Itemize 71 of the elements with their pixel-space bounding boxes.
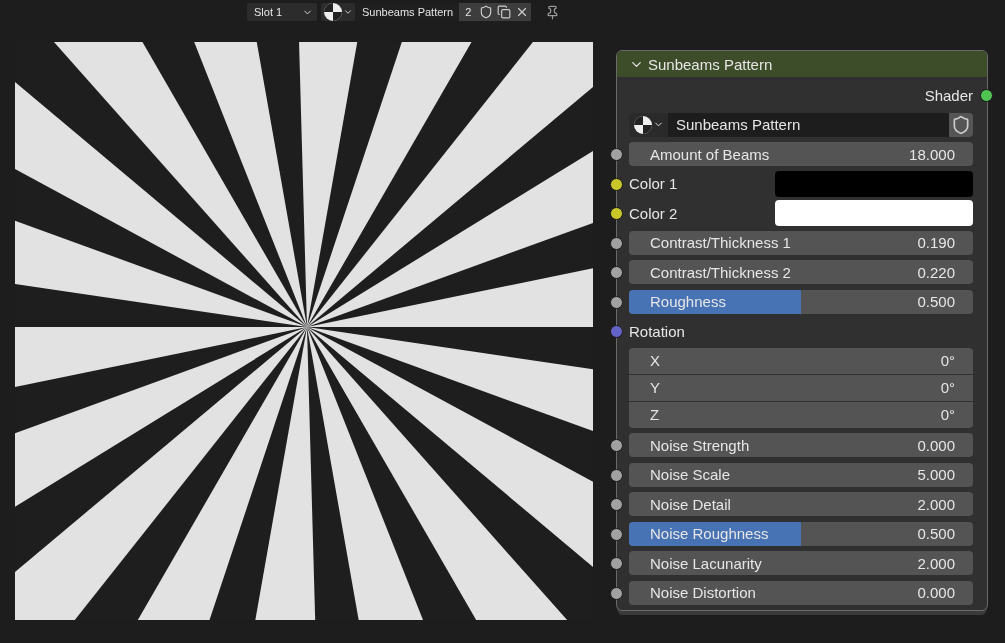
sphere-icon — [633, 114, 653, 135]
field-value: 0.220 — [917, 263, 955, 281]
group-name-field[interactable]: Sunbeams Pattern — [668, 112, 949, 137]
number-field[interactable]: Noise Scale 5.000 — [629, 462, 973, 487]
field-value: 0.500 — [917, 293, 955, 310]
group-type-button[interactable] — [629, 112, 668, 137]
slot-dropdown[interactable]: Slot 1 — [247, 3, 317, 21]
output-label: Shader — [924, 86, 973, 104]
field-value: 0.500 — [917, 525, 955, 542]
field-label: Roughness — [650, 293, 726, 310]
field-value: 2.000 — [917, 554, 955, 572]
number-field[interactable]: Noise Lacunarity 2.000 — [629, 551, 973, 575]
field-value: 0.000 — [917, 436, 955, 454]
field-label: Noise Roughness — [650, 525, 769, 542]
field-label: Noise Lacunarity — [650, 554, 762, 572]
vector-field[interactable]: Z 0° — [629, 401, 973, 428]
input-socket[interactable] — [610, 177, 623, 191]
number-field[interactable]: Noise Detail 2.000 — [629, 492, 973, 516]
field-value: 0.000 — [917, 584, 955, 601]
close-button[interactable] — [513, 3, 532, 21]
number-field[interactable]: Amount of Beams 18.000 — [629, 142, 973, 166]
input-socket[interactable] — [610, 207, 623, 220]
number-field[interactable]: Contrast/Thickness 2 0.220 — [629, 260, 973, 284]
field-label: Noise Strength — [650, 436, 750, 454]
input-label: Rotation — [629, 322, 685, 340]
material-type-button[interactable] — [321, 3, 355, 21]
field-label: Contrast/Thickness 1 — [650, 234, 791, 251]
field-value: 5.000 — [917, 466, 955, 483]
node-header[interactable]: Sunbeams Pattern — [617, 51, 987, 77]
output-socket[interactable] — [980, 89, 993, 102]
slider-field[interactable]: Roughness 0.500 — [629, 289, 973, 314]
node-title: Sunbeams Pattern — [648, 55, 773, 73]
field-value: 2.000 — [917, 495, 955, 513]
vector-field[interactable]: X 0° — [629, 347, 973, 374]
input-socket[interactable] — [610, 266, 623, 279]
input-socket[interactable] — [610, 527, 623, 541]
number-field[interactable]: Noise Distortion 0.000 — [629, 580, 973, 605]
field-value: 0.190 — [917, 234, 955, 251]
input-socket[interactable] — [610, 468, 623, 482]
input-socket[interactable] — [610, 325, 623, 338]
input-socket[interactable] — [610, 295, 623, 309]
field-label: Noise Distortion — [650, 584, 756, 601]
input-socket[interactable] — [610, 439, 623, 452]
caret-icon — [343, 7, 353, 17]
vector-field[interactable]: Y 0° — [629, 374, 973, 401]
copy-icon — [497, 5, 512, 19]
fake-user-button[interactable] — [949, 112, 973, 137]
field-label: Amount of Beams — [650, 145, 770, 163]
field-value: 18.000 — [909, 145, 955, 163]
fake-user-button[interactable] — [477, 3, 496, 21]
duplicate-button[interactable] — [495, 3, 514, 21]
number-field[interactable]: Noise Strength 0.000 — [629, 433, 973, 457]
input-label: Color 2 — [629, 204, 678, 222]
slider-field[interactable]: Noise Roughness 0.500 — [629, 521, 973, 546]
input-socket[interactable] — [610, 236, 623, 250]
pin-icon[interactable] — [545, 4, 561, 20]
input-label: Color 1 — [629, 175, 678, 192]
input-socket[interactable] — [610, 586, 623, 600]
color-swatch[interactable] — [775, 200, 973, 226]
input-socket[interactable] — [610, 498, 623, 511]
sphere-icon — [323, 2, 343, 22]
shield-icon — [951, 114, 971, 135]
color-swatch[interactable] — [775, 170, 973, 197]
field-label: Noise Detail — [650, 495, 731, 513]
field-label: Noise Scale — [650, 466, 731, 483]
input-socket[interactable] — [610, 148, 623, 161]
shield-icon — [479, 5, 494, 19]
user-count[interactable]: 2 — [459, 3, 478, 21]
number-field[interactable]: Contrast/Thickness 1 0.190 — [629, 230, 973, 255]
input-socket[interactable] — [610, 557, 623, 570]
field-label: Contrast/Thickness 2 — [650, 263, 791, 281]
